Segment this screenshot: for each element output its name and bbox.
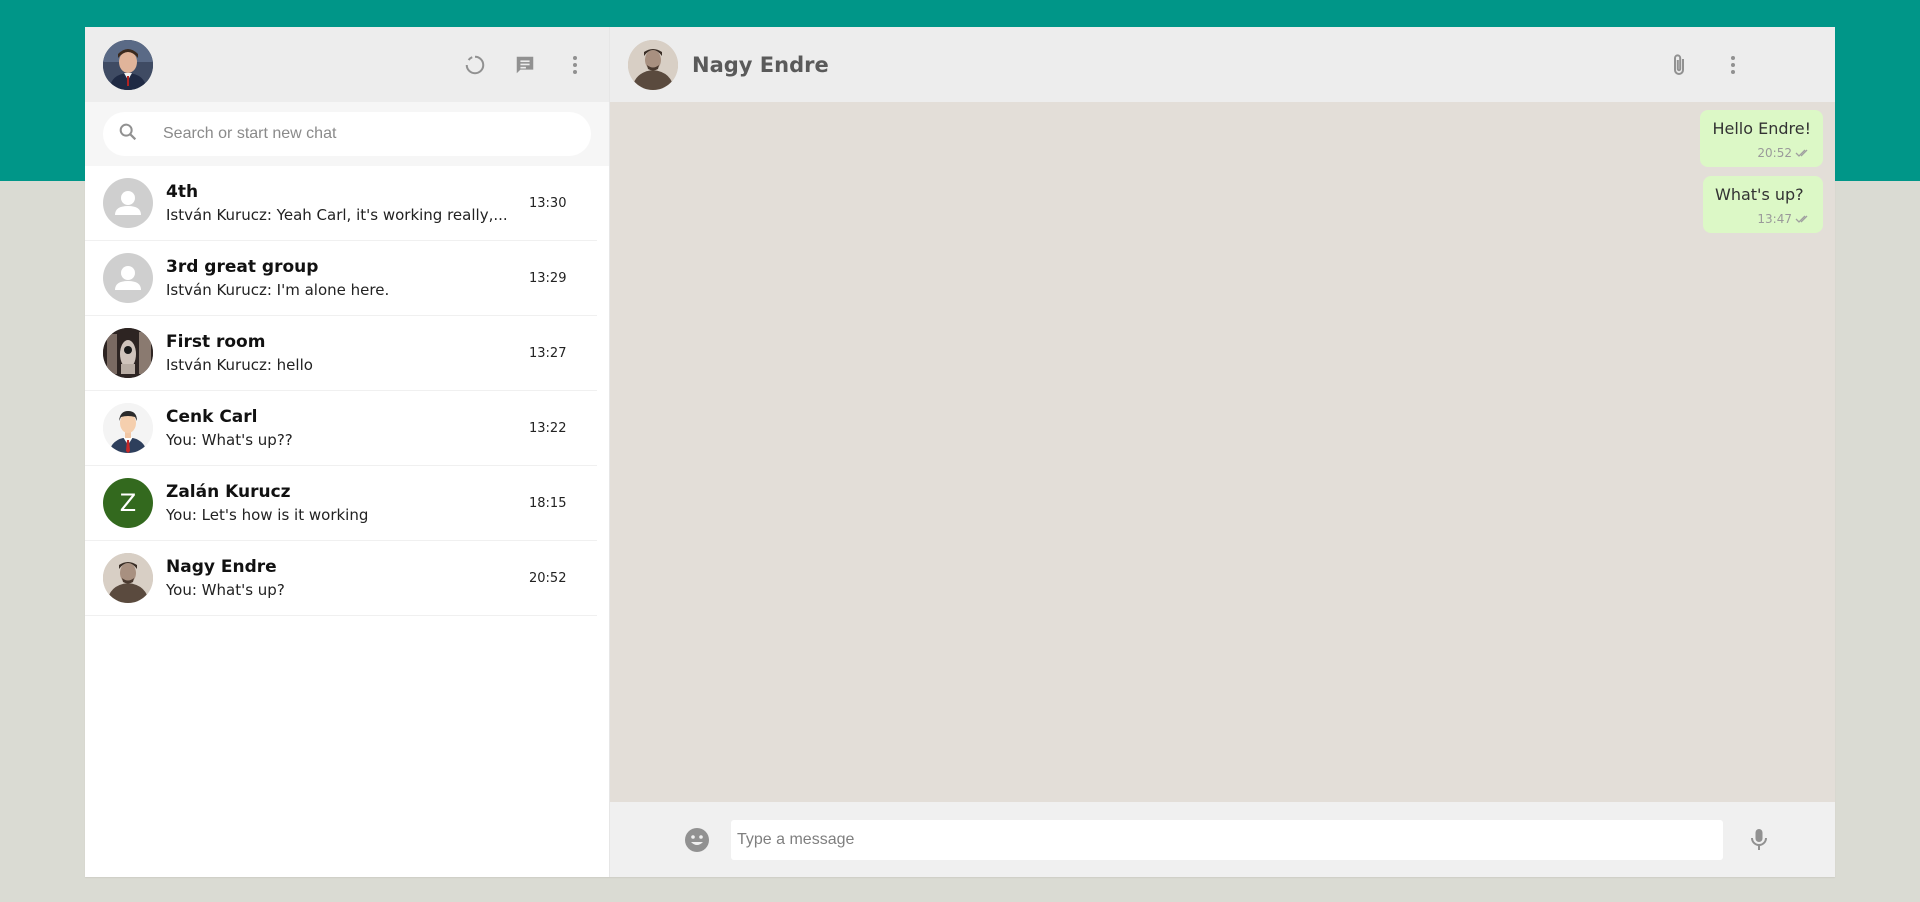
search-box — [103, 112, 591, 156]
chat-name: Cenk Carl — [166, 407, 258, 427]
chat-time: 13:22 — [529, 420, 567, 436]
conversation-panel: Nagy Endre Hello Endre! 20:52 What's up?… — [610, 27, 1835, 877]
chat-list-item[interactable]: 4th István Kurucz: Yeah Carl, it's worki… — [85, 166, 597, 241]
conversation-actions — [1665, 51, 1747, 79]
message-meta: 13:47 — [1715, 212, 1811, 226]
portrait-avatar — [103, 553, 153, 603]
chat-last-message: István Kurucz: hello — [166, 356, 313, 374]
my-profile-avatar[interactable] — [103, 39, 153, 90]
sidebar-menu-icon[interactable] — [561, 51, 589, 79]
chat-info: Zalán Kurucz You: Let's how is it workin… — [166, 482, 521, 524]
chat-name: 3rd great group — [166, 257, 319, 277]
chat-info: First room István Kurucz: hello — [166, 332, 521, 374]
chat-app: 4th István Kurucz: Yeah Carl, it's worki… — [85, 27, 1835, 877]
chat-list-item[interactable]: Z Zalán Kurucz You: Let's how is it work… — [85, 466, 597, 541]
chat-last-message: István Kurucz: I'm alone here. — [166, 281, 390, 299]
status-icon[interactable] — [461, 51, 489, 79]
double-check-icon — [1795, 214, 1811, 224]
chat-info: Nagy Endre You: What's up? — [166, 557, 521, 599]
chat-name: 4th — [166, 182, 199, 202]
sidebar-header-actions — [461, 51, 589, 79]
conversation-menu-icon[interactable] — [1719, 51, 1747, 79]
sidebar: 4th István Kurucz: Yeah Carl, it's worki… — [85, 27, 610, 877]
chat-info: 4th István Kurucz: Yeah Carl, it's worki… — [166, 182, 521, 224]
chat-time: 20:52 — [529, 570, 567, 586]
message-bubble[interactable]: What's up? 13:47 — [1703, 176, 1823, 233]
search-input[interactable] — [163, 125, 577, 143]
attach-icon[interactable] — [1665, 51, 1693, 79]
businessman-avatar — [103, 403, 153, 453]
new-chat-icon[interactable] — [511, 51, 539, 79]
message-bubble[interactable]: Hello Endre! 20:52 — [1700, 110, 1823, 167]
room-photo-avatar — [103, 328, 153, 378]
chat-time: 13:29 — [529, 270, 567, 286]
message-time: 13:47 — [1757, 212, 1792, 226]
double-check-icon — [1795, 148, 1811, 158]
chat-info: 3rd great group István Kurucz: I'm alone… — [166, 257, 521, 299]
avatar-letter: Z — [119, 489, 137, 517]
chat-last-message: István Kurucz: Yeah Carl, it's working r… — [166, 206, 508, 224]
chat-last-message: You: Let's how is it working — [166, 506, 369, 524]
chat-list: 4th István Kurucz: Yeah Carl, it's worki… — [85, 166, 609, 877]
chat-info: Cenk Carl You: What's up?? — [166, 407, 521, 449]
chat-name: Nagy Endre — [166, 557, 277, 577]
sidebar-header — [85, 27, 609, 102]
chat-name: Zalán Kurucz — [166, 482, 291, 502]
message-text: What's up? — [1715, 185, 1804, 204]
chat-list-item[interactable]: Cenk Carl You: What's up?? 13:22 — [85, 391, 597, 466]
conversation-title: Nagy Endre — [692, 52, 829, 77]
chat-last-message: You: What's up? — [166, 581, 285, 599]
chat-name: First room — [166, 332, 266, 352]
chat-list-item[interactable]: First room István Kurucz: hello 13:27 — [85, 316, 597, 391]
chat-list-item[interactable]: Nagy Endre You: What's up? 20:52 — [85, 541, 597, 616]
message-list: Hello Endre! 20:52 What's up? 13:47 — [610, 102, 1835, 802]
default-avatar-icon — [103, 253, 153, 303]
chat-last-message: You: What's up?? — [166, 431, 293, 449]
message-time: 20:52 — [1757, 146, 1792, 160]
emoji-icon[interactable] — [683, 826, 711, 854]
message-input[interactable] — [731, 819, 1723, 860]
chat-list-item[interactable]: 3rd great group István Kurucz: I'm alone… — [85, 241, 597, 316]
microphone-icon[interactable] — [1745, 826, 1773, 854]
default-avatar-icon — [103, 178, 153, 228]
message-text: Hello Endre! — [1712, 119, 1811, 138]
search-bar — [85, 102, 609, 166]
contact-avatar[interactable] — [628, 39, 678, 90]
chat-time: 18:15 — [529, 495, 567, 511]
letter-avatar: Z — [103, 478, 153, 528]
chat-time: 13:30 — [529, 195, 567, 211]
conversation-header: Nagy Endre — [610, 27, 1835, 102]
message-meta: 20:52 — [1712, 146, 1811, 160]
message-composer — [610, 802, 1835, 877]
search-icon — [117, 121, 139, 147]
chat-time: 13:27 — [529, 345, 567, 361]
